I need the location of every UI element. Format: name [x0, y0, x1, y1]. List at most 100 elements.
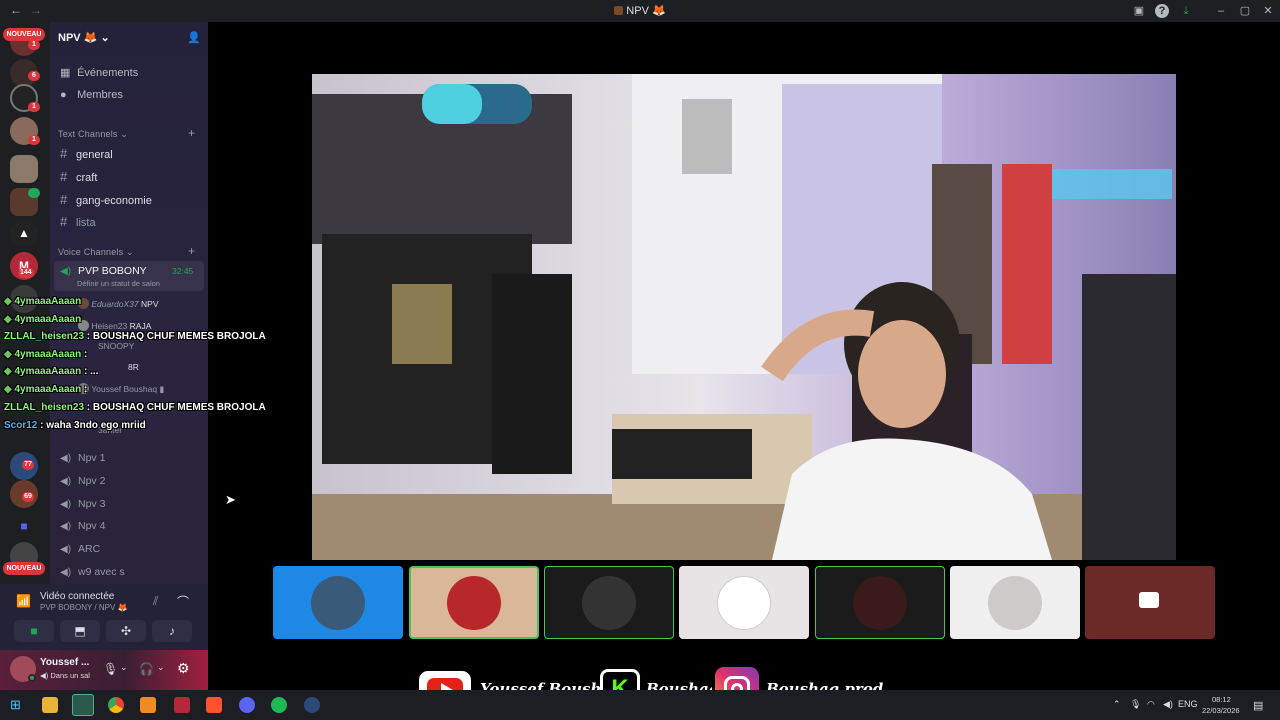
- avatar: [853, 575, 907, 630]
- close-icon[interactable]: ✕: [1261, 4, 1275, 18]
- voice-channel-arc[interactable]: ◀) ARC: [60, 543, 100, 555]
- clock-time[interactable]: 08:12: [1212, 695, 1231, 704]
- chrome-icon[interactable]: [108, 697, 124, 713]
- channel-status[interactable]: Définir un statut de salon: [77, 279, 160, 288]
- maximize-icon[interactable]: ▢: [1238, 4, 1252, 18]
- call-timer: 32:45: [172, 266, 194, 276]
- chevron-up-icon[interactable]: ⌃: [1113, 699, 1121, 710]
- participant-tile[interactable]: [950, 566, 1080, 639]
- notification-badge: 69: [22, 492, 34, 502]
- microphone-icon[interactable]: 🎙: [103, 662, 118, 676]
- chat-user: ZLLAL_heisen23: [4, 331, 85, 342]
- headphones-icon[interactable]: 🎧: [139, 662, 154, 676]
- fox-emoji-icon: 🦊: [651, 5, 666, 17]
- discord-icon[interactable]: [239, 697, 255, 713]
- taskbar-app-icon[interactable]: [72, 694, 94, 716]
- chat-user: 4ymaaaAaaan: [14, 314, 82, 325]
- voice-channel-w9[interactable]: ◀) w9 avec s: [60, 566, 125, 578]
- channel-label: ARC: [78, 543, 101, 555]
- soundboard-button[interactable]: ♪: [152, 620, 192, 642]
- help-icon[interactable]: ?: [1155, 4, 1169, 18]
- chevron-down-icon[interactable]: ⌄: [120, 662, 128, 673]
- brave-icon[interactable]: [206, 697, 222, 713]
- chat-message: ZLLAL_heisen23 : BOUSHAQ CHUF MEMES BROJ…: [4, 402, 266, 413]
- activities-button[interactable]: ✣: [106, 620, 146, 642]
- notification-icon[interactable]: ▤: [1253, 699, 1263, 712]
- channel-lista[interactable]: # lista: [60, 214, 96, 229]
- clock-date[interactable]: 22/03/2026: [1202, 706, 1240, 715]
- disconnect-icon[interactable]: ⌒: [177, 593, 189, 610]
- voice-channel-npv-3[interactable]: ◀) Npv 3: [60, 498, 105, 510]
- chat-user: 4ymaaaAaaan: [14, 349, 82, 360]
- screen-share-button[interactable]: ⬒: [60, 620, 100, 642]
- notification-badge: 1: [28, 102, 40, 112]
- channel-label: PVP BOBONY: [78, 265, 147, 277]
- participant-tile[interactable]: [544, 566, 674, 639]
- user-name[interactable]: Youssef ...: [40, 657, 89, 668]
- voice-member[interactable]: 8R: [128, 362, 139, 372]
- add-channel-icon[interactable]: +: [188, 126, 195, 140]
- text-channels-category[interactable]: Text Channels ⌄: [58, 129, 128, 140]
- connection-location[interactable]: PVP BOBONY / NPV 🦊: [40, 603, 128, 612]
- app-a-icon[interactable]: [174, 697, 190, 713]
- add-channel-icon[interactable]: +: [188, 244, 195, 258]
- voice-member[interactable]: Heisen23 RAJA: [78, 320, 151, 331]
- settings-gear-icon[interactable]: ⚙: [177, 660, 190, 677]
- chat-user: ZLLAL_heisen23: [4, 402, 85, 413]
- speaker-icon: ◀): [60, 544, 72, 555]
- user-status: ◀) Dans un sal: [40, 671, 90, 680]
- chevron-down-icon[interactable]: ⌄: [157, 662, 165, 673]
- language-indicator[interactable]: ENG: [1178, 699, 1198, 709]
- voice-member[interactable]: EduardoX37 NPV: [78, 298, 159, 309]
- voice-member[interactable]: SNOOPY: [98, 341, 134, 351]
- vlc-icon[interactable]: [140, 697, 156, 713]
- server-icon[interactable]: ▲: [10, 219, 38, 247]
- wifi-icon[interactable]: ◠: [1147, 699, 1155, 710]
- online-status-icon: [28, 674, 36, 682]
- participant-tile[interactable]: [409, 566, 539, 639]
- events-item[interactable]: ▦ Événements: [60, 66, 218, 79]
- noise-suppression-icon[interactable]: ⫽: [153, 594, 158, 609]
- voice-channel-npv-4[interactable]: ◀) Npv 4: [60, 520, 105, 532]
- connection-status: Vidéo connectée: [40, 591, 115, 602]
- voice-member[interactable]: Youssef Boushaq ▮: [78, 383, 164, 395]
- members-item[interactable]: ● Membres: [60, 89, 218, 101]
- signal-icon[interactable]: 📶: [16, 594, 31, 608]
- channel-gang-economie[interactable]: # gang-economie: [60, 192, 152, 207]
- members-icon: ●: [60, 89, 67, 101]
- voice-channel-pvp-bobony[interactable]: ◀) PVP BOBONY: [60, 265, 147, 277]
- add-member-icon[interactable]: 👤: [187, 31, 201, 44]
- participant-tile[interactable]: [815, 566, 945, 639]
- channel-craft[interactable]: # craft: [60, 169, 97, 184]
- voice-channel-npv-1[interactable]: ◀) Npv 1: [60, 452, 105, 464]
- microphone-icon[interactable]: 🎙: [1130, 699, 1141, 710]
- voice-channels-category[interactable]: Voice Channels ⌄: [58, 247, 134, 258]
- fox-emoji-icon: 🦊: [83, 32, 98, 44]
- voice-channel-npv-2[interactable]: ◀) Npv 2: [60, 475, 105, 487]
- camera-button[interactable]: ■: [14, 620, 54, 642]
- leaf-icon: ◆: [4, 349, 12, 360]
- chat-text: : waha 3ndo ego mriid: [37, 420, 146, 431]
- volume-icon[interactable]: ◀): [1163, 699, 1173, 710]
- channel-general[interactable]: # general: [60, 146, 113, 161]
- speaker-icon: ◀): [60, 521, 72, 532]
- chat-message: ◆ 4ymaaaAaaan : ...: [4, 366, 98, 377]
- chat-message: ◆ 4ymaaaAaaan: [4, 296, 81, 307]
- download-icon[interactable]: ⤓: [1179, 4, 1193, 18]
- steam-icon[interactable]: [304, 697, 320, 713]
- folder-icon[interactable]: ■: [10, 512, 38, 540]
- minimize-icon[interactable]: –: [1214, 4, 1228, 18]
- participant-tile[interactable]: [273, 566, 403, 639]
- server-icon[interactable]: [10, 155, 38, 183]
- speaker-icon: ◀): [60, 499, 72, 510]
- file-explorer-icon[interactable]: [42, 697, 58, 713]
- chat-text: :: [81, 384, 88, 395]
- channel-label: w9 avec s: [78, 566, 125, 578]
- spotify-icon[interactable]: [271, 697, 287, 713]
- inbox-icon[interactable]: ▣: [1132, 4, 1146, 18]
- participant-tile[interactable]: [1085, 566, 1215, 639]
- windows-start-icon[interactable]: ⊞: [10, 697, 26, 713]
- main-video-stream[interactable]: [312, 74, 1176, 560]
- channel-label: gang-economie: [76, 195, 152, 207]
- participant-tile[interactable]: [679, 566, 809, 639]
